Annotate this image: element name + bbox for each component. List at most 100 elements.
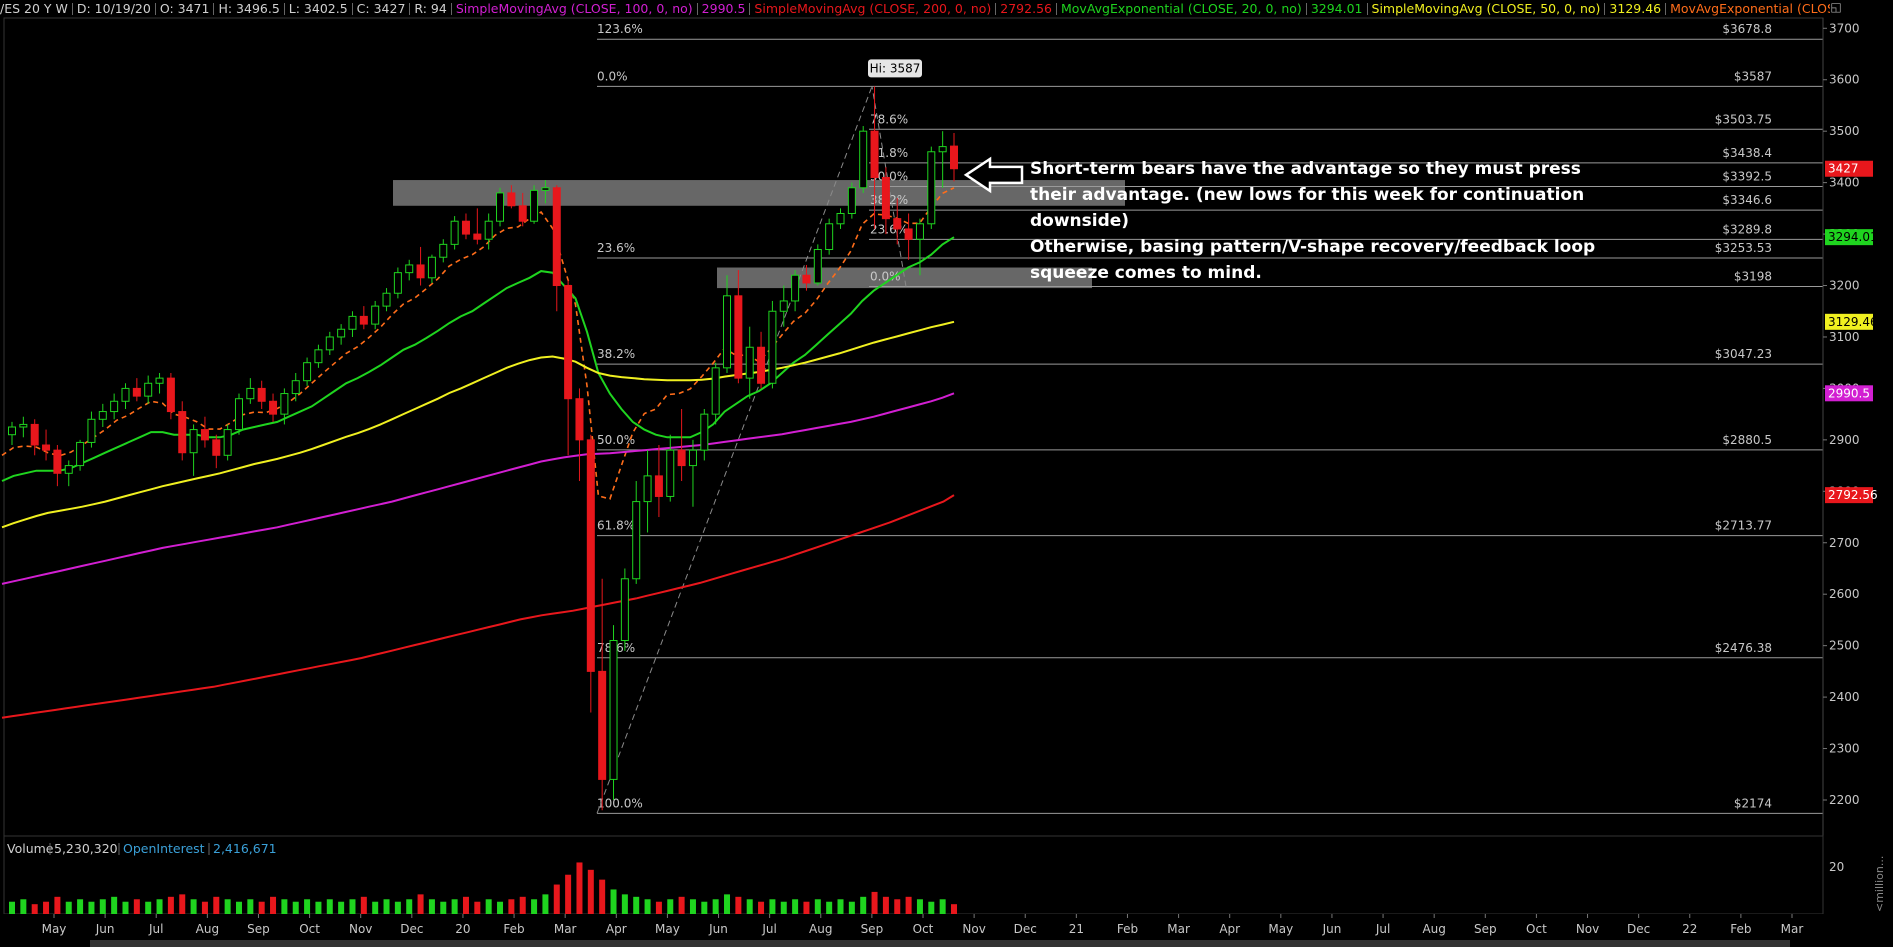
- candle-body: [246, 387, 255, 400]
- volume-bar: [644, 899, 651, 914]
- fib-pct-label: 78.6%: [870, 112, 908, 126]
- volume-bar: [882, 896, 889, 914]
- candle-body: [53, 449, 62, 474]
- candle-body: [484, 220, 493, 240]
- candle-body: [813, 249, 822, 284]
- candle-body: [779, 300, 788, 312]
- volume-bar: [735, 896, 742, 914]
- candle-body: [76, 441, 85, 467]
- volume-bar: [758, 901, 765, 914]
- candle-body: [654, 475, 663, 497]
- hi-label: Hi: 3587: [870, 61, 921, 75]
- fib-price-label: $3198: [1734, 270, 1772, 284]
- candle-body: [496, 192, 505, 222]
- open-interest-label: OpenInterest: [123, 841, 205, 856]
- price-tick-label: 2900: [1829, 433, 1860, 447]
- candle-body: [234, 398, 243, 431]
- volume-bar: [190, 899, 197, 914]
- fib-price-label: $2880.5: [1722, 433, 1772, 447]
- candle-body: [904, 228, 913, 240]
- volume-bar: [599, 879, 606, 914]
- volume-tick-label: 20: [1829, 860, 1844, 874]
- price-tick-label: 2600: [1829, 587, 1860, 601]
- annotation-line: Otherwise, basing pattern/V-shape recove…: [1030, 237, 1595, 257]
- volume-bar: [667, 899, 674, 914]
- candle-body: [212, 439, 221, 456]
- volume-bar: [156, 899, 163, 914]
- volume-bar: [928, 901, 935, 914]
- time-tick-label: 20: [455, 922, 470, 936]
- volume-bar: [531, 899, 538, 914]
- time-tick-label: 21: [1069, 922, 1084, 936]
- volume-bar: [349, 899, 356, 914]
- time-tick-label: Jul: [148, 922, 163, 936]
- time-tick-label: Nov: [1576, 922, 1599, 936]
- price-badge-label: 3294.01: [1828, 230, 1878, 244]
- volume-bar: [678, 896, 685, 914]
- time-tick-label: Aug: [1422, 922, 1445, 936]
- candle-body: [64, 465, 73, 474]
- candle-body: [938, 146, 947, 153]
- volume-bar: [474, 901, 481, 914]
- time-tick-label: Mar: [554, 922, 577, 936]
- fib-price-label: $3678.8: [1722, 22, 1772, 36]
- volume-bar: [224, 899, 231, 914]
- candle-body: [348, 315, 357, 330]
- volume-bar: [837, 899, 844, 914]
- volume-bar: [315, 901, 322, 914]
- candle-body: [802, 274, 811, 284]
- volume-bar: [270, 896, 277, 914]
- volume-bar: [394, 901, 401, 914]
- time-tick-label: Jun: [95, 922, 115, 936]
- price-badge-label: 2792.56: [1828, 488, 1878, 502]
- time-tick-label: Jul: [761, 922, 776, 936]
- volume-bar: [133, 899, 140, 914]
- fib-pct-label: 38.2%: [597, 347, 635, 361]
- volume-bar: [508, 899, 515, 914]
- candle-body: [303, 362, 312, 382]
- volume-bar: [769, 899, 776, 914]
- candle-body: [564, 285, 573, 400]
- open-interest-value: 2,416,671: [213, 841, 277, 856]
- candle-body: [87, 418, 96, 443]
- candle-body: [927, 151, 936, 225]
- time-tick-label: Mar: [1167, 922, 1190, 936]
- volume-bar: [440, 901, 447, 914]
- volume-bar: [145, 901, 152, 914]
- volume-bar: [485, 899, 492, 914]
- price-chart[interactable]: 123.6% $3678.8 0.0% $3587 23.6% $3253.53 38.2%…: [0, 0, 1893, 947]
- volume-bar: [792, 899, 799, 914]
- volume-bar: [99, 899, 106, 914]
- plot-area: [3, 17, 1824, 837]
- volume-bar: [951, 904, 957, 914]
- candle-body: [42, 444, 51, 451]
- candle-body: [166, 377, 175, 413]
- volume-bar: [803, 901, 810, 914]
- candle-body: [575, 398, 584, 441]
- volume-bar: [451, 899, 458, 914]
- volume-bar: [848, 901, 855, 914]
- candle-body: [825, 223, 834, 251]
- candle-body: [178, 411, 187, 454]
- volume-bar: [326, 899, 333, 914]
- price-tick-label: 3100: [1829, 330, 1860, 344]
- volume-bar: [9, 901, 15, 914]
- candle-body: [314, 349, 323, 364]
- fib-pct-label: 0.0%: [597, 69, 628, 83]
- price-tick-label: 2500: [1829, 639, 1860, 653]
- candle-body: [416, 264, 425, 279]
- volume-bar: [258, 901, 265, 914]
- annotation-line: Short-term bears have the advantage so t…: [1030, 159, 1581, 179]
- time-tick-label: May: [42, 922, 67, 936]
- price-tick-label: 2300: [1829, 742, 1860, 756]
- volume-value: 5,230,320: [54, 841, 118, 856]
- volume-bar: [746, 899, 753, 914]
- candle-body: [427, 256, 436, 279]
- time-tick-label: Apr: [606, 922, 627, 936]
- candle-body: [393, 272, 402, 294]
- price-badge-label: 3129.46: [1828, 315, 1878, 329]
- fib-pct-label: 23.6%: [870, 222, 908, 236]
- candle-body: [541, 187, 550, 191]
- candle-body: [257, 387, 266, 402]
- candle-body: [473, 233, 482, 240]
